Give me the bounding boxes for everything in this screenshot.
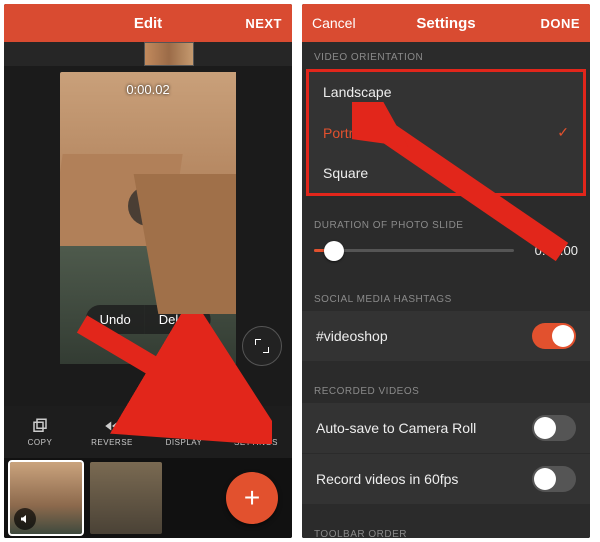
next-button[interactable]: NEXT [222, 16, 282, 31]
orientation-landscape[interactable]: Landscape [309, 72, 583, 112]
section-recorded-title: RECORDED VIDEOS [302, 376, 590, 403]
undo-button[interactable]: Undo [86, 305, 145, 334]
section-duration-title: DURATION OF PHOTO SLIDE [302, 210, 590, 237]
toolbar-settings-label: SETTINGS [234, 438, 278, 447]
toolbar-copy[interactable]: COPY [4, 406, 76, 458]
section-hashtags-title: SOCIAL MEDIA HASHTAGS [302, 284, 590, 311]
speaker-icon [19, 513, 31, 525]
mute-button[interactable] [14, 508, 36, 530]
toolbar-display-label: DISPLAY [166, 438, 203, 447]
sixtyfps-switch[interactable] [532, 466, 576, 492]
clip-thumb-1[interactable] [10, 462, 82, 534]
cancel-button[interactable]: Cancel [312, 15, 372, 31]
orientation-square-label: Square [323, 165, 368, 181]
timeline-strip[interactable] [4, 42, 292, 66]
autosave-switch[interactable] [532, 415, 576, 441]
hashtags-row[interactable]: #videoshop [302, 311, 590, 362]
toolbar-reverse[interactable]: REVERSE [76, 406, 148, 458]
rewind-icon [103, 417, 121, 435]
duration-value: 0:02.00 [524, 243, 578, 258]
toolbar-settings[interactable]: SETTINGS [220, 406, 292, 458]
fullscreen-button[interactable] [242, 326, 282, 366]
hashtags-value: #videoshop [316, 328, 388, 344]
settings-header: Cancel Settings DONE [302, 4, 590, 42]
section-orientation-title: VIDEO ORIENTATION [302, 42, 590, 69]
preview-stage: 0:00.02 Undo Delete [4, 66, 292, 406]
orientation-group: Landscape Portrait ✓ Square [306, 69, 586, 196]
check-icon: ✓ [557, 124, 569, 141]
play-button[interactable] [128, 186, 168, 226]
clip-thumb-2[interactable] [90, 462, 162, 534]
orientation-square[interactable]: Square [309, 153, 583, 193]
sixtyfps-row[interactable]: Record videos in 60fps [302, 454, 590, 505]
toolbar-reverse-label: REVERSE [91, 438, 133, 447]
edit-header: Edit NEXT [4, 4, 292, 42]
video-preview[interactable]: 0:00.02 Undo Delete [60, 72, 236, 364]
fullscreen-icon [255, 339, 269, 353]
edit-toolbar: COPY REVERSE DISPLAY SETTINGS [4, 406, 292, 458]
toolbar-display[interactable]: DISPLAY [148, 406, 220, 458]
gear-icon [247, 417, 265, 435]
autosave-label: Auto-save to Camera Roll [316, 420, 476, 436]
edit-title: Edit [134, 15, 162, 32]
timestamp: 0:00.02 [126, 82, 169, 97]
settings-title: Settings [416, 15, 475, 32]
duration-slider[interactable] [314, 249, 514, 252]
add-clip-button[interactable]: + [226, 472, 278, 524]
sliders-icon [175, 417, 193, 435]
plus-icon: + [244, 482, 260, 514]
delete-button[interactable]: Delete [145, 305, 211, 334]
orientation-portrait[interactable]: Portrait ✓ [309, 112, 583, 153]
edit-screen: Edit NEXT 0:00.02 Undo Delete COPY [4, 4, 292, 538]
done-button[interactable]: DONE [520, 16, 580, 31]
copy-icon [31, 417, 49, 435]
autosave-row[interactable]: Auto-save to Camera Roll [302, 403, 590, 454]
section-toolbar-order-title: TOOLBAR ORDER [302, 519, 590, 538]
duration-slider-row: 0:02.00 [302, 237, 590, 270]
settings-body[interactable]: VIDEO ORIENTATION Landscape Portrait ✓ S… [302, 42, 590, 538]
sixtyfps-label: Record videos in 60fps [316, 471, 458, 487]
slider-knob[interactable] [324, 241, 344, 261]
toolbar-copy-label: COPY [28, 438, 53, 447]
orientation-landscape-label: Landscape [323, 84, 392, 100]
edit-pill: Undo Delete [86, 305, 211, 334]
timeline-clip[interactable] [144, 42, 194, 66]
orientation-portrait-label: Portrait [323, 125, 368, 141]
clip-tray: + [4, 458, 292, 538]
hashtags-switch[interactable] [532, 323, 576, 349]
settings-screen: Cancel Settings DONE VIDEO ORIENTATION L… [302, 4, 590, 538]
